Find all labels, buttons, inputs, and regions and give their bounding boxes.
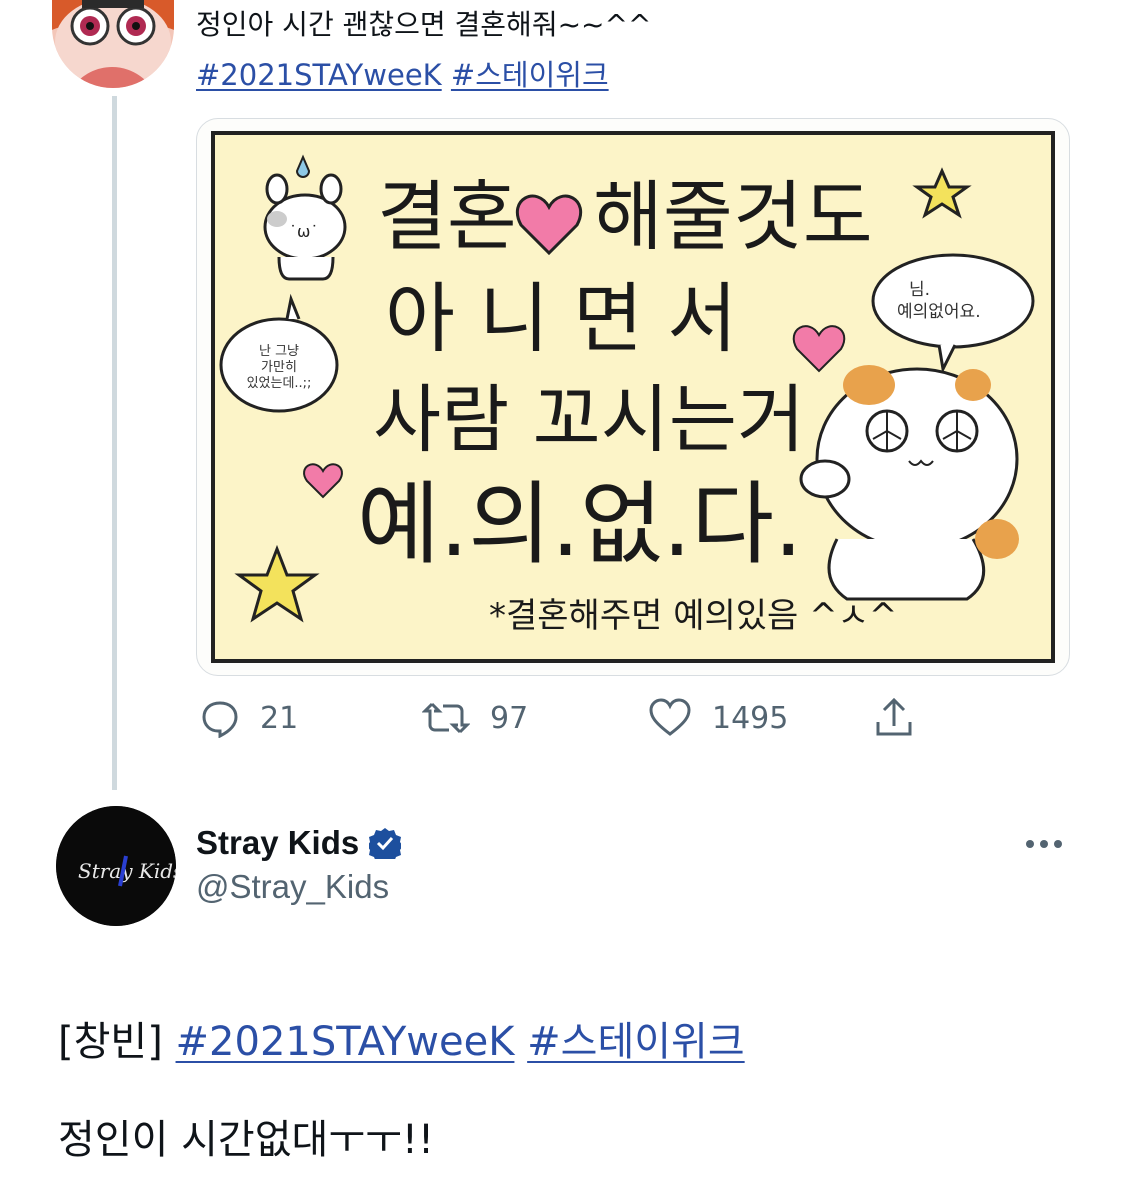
tweet-action-bar: 21 97 1495 [196,688,956,748]
card-line-1a: 결혼 [377,172,517,261]
card-footnote: *결혼해주면 예의있음 ^ㅅ^ [489,596,897,636]
hashtag-link[interactable]: #2021STAYweeK [196,58,442,92]
main-tweet-line-1: [창빈] #2021STAYweeK #스테이위크 [58,1012,745,1072]
card-line-3: 사람 꼬시는거 [373,377,805,463]
bubble-left-line: 난 그냥 [259,344,299,359]
like-button[interactable]: 1495 [648,688,788,748]
share-icon [876,697,912,736]
thread-connector-line [112,96,117,790]
bubble-left-line: 있었는데..;; [247,376,312,391]
card-line-1b: 해줄것도 [593,172,873,261]
fan-avatar[interactable] [52,0,174,88]
retweet-icon [422,702,470,734]
verified-badge-icon [369,828,402,859]
svg-text:˙ω˙: ˙ω˙ [289,222,318,241]
retweet-button[interactable]: 97 [422,688,528,748]
like-count: 1495 [712,700,789,736]
card-line-2: 아 니 면 서 [385,274,737,363]
hashtag-link[interactable]: #스테이위크 [451,58,609,92]
share-button[interactable] [872,688,916,748]
like-icon [649,698,691,736]
display-name[interactable]: Stray Kids [196,824,359,862]
avatar-logo: Stray Kids [78,859,176,883]
reply-icon [202,701,238,738]
hashtag-link[interactable]: #스테이위크 [527,1019,745,1065]
retweet-count: 97 [490,700,529,736]
bubble-left-line: 가만히 [261,360,297,375]
reply-tweet-hashtags: #2021STAYweeK #스테이위크 [196,56,609,94]
reply-count: 21 [260,700,299,736]
user-handle[interactable]: @Stray_Kids [196,868,389,906]
card-line-4: 예.의.없.다. [357,472,803,577]
bubble-right-line: 예의없어요. [897,302,981,322]
reply-tweet-text: 정인아 시간 괜찮으면 결혼해줘~~^^ [196,8,652,41]
tweet-image-card[interactable]: ˙ω˙ 난 그냥 가만히 있었는데..;; 님. 예의없어요. 결혼 해줄것도 … [196,118,1070,676]
hashtag-link[interactable]: #2021STAYweeK [176,1019,515,1065]
author-name-row: Stray Kids [196,824,402,862]
bubble-right-line: 님. [909,280,930,300]
main-tweet-line-2: 정인이 시간없대ㅜㅜ!! [58,1117,434,1163]
more-options-button[interactable] [1024,826,1064,866]
reply-button[interactable]: 21 [200,688,298,748]
tweet-prefix: [창빈] [58,1019,163,1065]
stray-kids-avatar[interactable]: Stray Kids [56,806,176,926]
more-options-icon [1026,840,1062,848]
